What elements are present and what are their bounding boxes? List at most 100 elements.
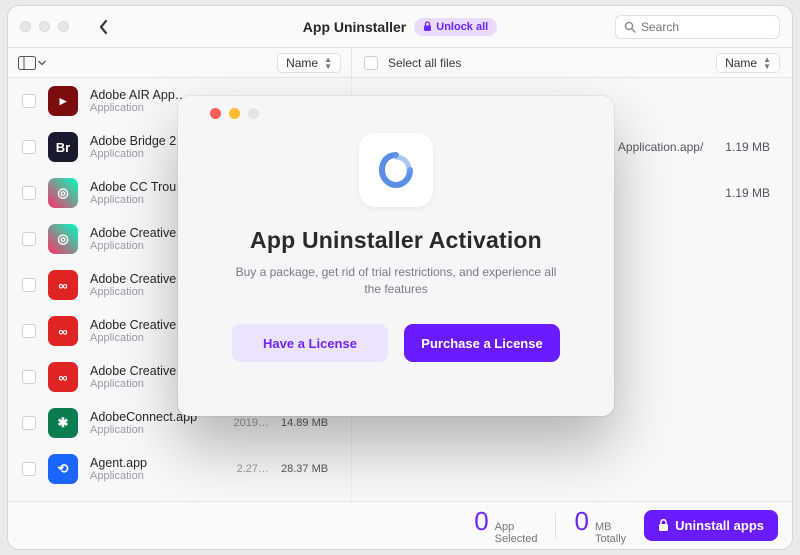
unlock-all-button[interactable]: Unlock all bbox=[414, 18, 497, 36]
minimize-window-icon[interactable] bbox=[39, 21, 50, 32]
app-checkbox[interactable] bbox=[22, 324, 36, 338]
app-checkbox[interactable] bbox=[22, 462, 36, 476]
titlebar: App Uninstaller Unlock all bbox=[8, 6, 792, 48]
window-controls bbox=[20, 21, 69, 32]
app-name: Adobe Bridge 2… bbox=[90, 134, 189, 148]
detail-line: Application.app/1.19 MB bbox=[618, 140, 770, 154]
modal-buttons: Have a License Purchase a License bbox=[232, 324, 560, 362]
app-icon-tile bbox=[359, 133, 433, 207]
app-icon: ◎ bbox=[48, 178, 78, 208]
detail-size: 1.19 MB bbox=[725, 140, 770, 154]
right-sort-label: Name bbox=[725, 56, 757, 70]
app-subtitle: Application bbox=[90, 240, 189, 252]
back-button[interactable] bbox=[89, 15, 117, 39]
uninstall-button[interactable]: Uninstall apps bbox=[644, 510, 778, 541]
app-name: Agent.app bbox=[90, 456, 147, 470]
app-text: AdobeConnect.appApplication bbox=[90, 410, 197, 436]
lock-icon bbox=[658, 519, 669, 532]
app-checkbox[interactable] bbox=[22, 370, 36, 384]
left-pane-header: Name ▲▼ bbox=[8, 48, 352, 77]
app-icon: Br bbox=[48, 132, 78, 162]
app-text: Adobe Bridge 2…Application bbox=[90, 134, 189, 160]
app-subtitle: Application bbox=[90, 194, 189, 206]
select-all-checkbox[interactable] bbox=[364, 56, 378, 70]
app-checkbox[interactable] bbox=[22, 94, 36, 108]
app-text: Adobe Creative…Application bbox=[90, 226, 189, 252]
app-name: Adobe AIR App… bbox=[90, 88, 187, 102]
selected-label-2: Selected bbox=[495, 533, 538, 545]
app-subtitle: Application bbox=[90, 424, 197, 436]
unlock-all-label: Unlock all bbox=[436, 21, 488, 33]
right-sort-control[interactable]: Name ▲▼ bbox=[716, 53, 780, 73]
modal-window-controls bbox=[210, 108, 259, 119]
footer-bar: 0 AppSelected 0 MBTotally Uninstall apps bbox=[8, 501, 792, 549]
detail-line: 1.19 MB bbox=[703, 186, 770, 200]
app-uninstaller-icon bbox=[373, 147, 419, 193]
right-pane-header: Select all files Name ▲▼ bbox=[352, 48, 792, 77]
app-meta-size: 28.37 MB bbox=[281, 463, 337, 475]
column-headers: Name ▲▼ Select all files Name ▲▼ bbox=[8, 48, 792, 78]
app-checkbox[interactable] bbox=[22, 186, 36, 200]
app-meta-size: 14.89 MB bbox=[281, 417, 337, 429]
selected-stat: 0 AppSelected bbox=[474, 506, 537, 545]
app-icon: ∞ bbox=[48, 362, 78, 392]
total-label-2: Totally bbox=[595, 533, 626, 545]
search-icon bbox=[624, 21, 636, 33]
app-icon: ⟲ bbox=[48, 454, 78, 484]
app-checkbox[interactable] bbox=[22, 416, 36, 430]
app-subtitle: Application bbox=[90, 286, 189, 298]
app-checkbox[interactable] bbox=[22, 278, 36, 292]
app-text: Adobe Creative…Application bbox=[90, 364, 189, 390]
app-name: Adobe Creative… bbox=[90, 272, 189, 286]
app-name: Adobe Creative… bbox=[90, 364, 189, 378]
modal-close-icon[interactable] bbox=[210, 108, 221, 119]
app-text: Adobe AIR App…Application bbox=[90, 88, 187, 114]
total-label-1: MB bbox=[595, 521, 612, 533]
app-subtitle: Application bbox=[90, 102, 187, 114]
sort-arrows-icon: ▲▼ bbox=[763, 56, 771, 70]
total-count: 0 bbox=[574, 506, 588, 537]
chevron-down-icon bbox=[38, 59, 46, 67]
left-sort-label: Name bbox=[286, 56, 318, 70]
window-title: App Uninstaller bbox=[303, 19, 406, 35]
app-checkbox[interactable] bbox=[22, 140, 36, 154]
activation-modal: App Uninstaller Activation Buy a package… bbox=[178, 96, 614, 416]
have-license-label: Have a License bbox=[263, 336, 357, 351]
total-stat: 0 MBTotally bbox=[574, 506, 626, 545]
app-name: Adobe CC Trou… bbox=[90, 180, 189, 194]
app-meta-date: 2019… bbox=[234, 417, 269, 429]
app-subtitle: Application bbox=[90, 148, 189, 160]
app-name: Adobe Creative… bbox=[90, 226, 189, 240]
have-license-button[interactable]: Have a License bbox=[232, 324, 388, 362]
detail-size: 1.19 MB bbox=[725, 186, 770, 200]
app-text: Agent.appApplication bbox=[90, 456, 147, 482]
select-all-label: Select all files bbox=[388, 56, 461, 70]
modal-minimize-icon[interactable] bbox=[229, 108, 240, 119]
purchase-license-button[interactable]: Purchase a License bbox=[404, 324, 560, 362]
app-checkbox[interactable] bbox=[22, 232, 36, 246]
footer-divider bbox=[555, 513, 556, 539]
sidebar-layout-icon bbox=[18, 56, 36, 70]
app-subtitle: Application bbox=[90, 332, 189, 344]
modal-title: App Uninstaller Activation bbox=[250, 227, 542, 254]
zoom-window-icon[interactable] bbox=[58, 21, 69, 32]
app-name: Adobe Creative… bbox=[90, 318, 189, 332]
app-row[interactable]: ⟲ Agent.appApplication 2.27… 28.37 MB bbox=[8, 446, 351, 492]
app-meta-date: 2.27… bbox=[237, 463, 269, 475]
app-icon: ◎ bbox=[48, 224, 78, 254]
selected-count: 0 bbox=[474, 506, 488, 537]
selected-label-1: App bbox=[495, 521, 515, 533]
app-subtitle: Application bbox=[90, 378, 189, 390]
close-window-icon[interactable] bbox=[20, 21, 31, 32]
uninstall-label: Uninstall apps bbox=[675, 518, 764, 533]
app-text: Adobe CC Trou…Application bbox=[90, 180, 189, 206]
app-icon: ∞ bbox=[48, 316, 78, 346]
left-sort-control[interactable]: Name ▲▼ bbox=[277, 53, 341, 73]
detail-path: Application.app/ bbox=[618, 140, 703, 154]
app-text: Adobe Creative…Application bbox=[90, 318, 189, 344]
search-input[interactable] bbox=[641, 20, 771, 34]
view-mode-button[interactable] bbox=[18, 56, 46, 70]
sort-arrows-icon: ▲▼ bbox=[324, 56, 332, 70]
chevron-left-icon bbox=[98, 19, 109, 35]
search-field[interactable] bbox=[615, 15, 780, 39]
